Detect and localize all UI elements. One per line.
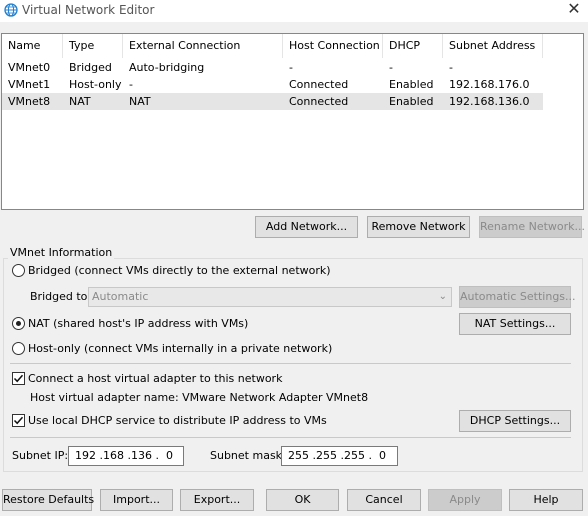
cell-dhcp: -	[389, 61, 393, 74]
cell-external-connection: Auto-bridging	[129, 61, 205, 74]
divider	[10, 437, 571, 438]
group-title: VMnet Information	[8, 246, 115, 259]
column-header-external-connection[interactable]: External Connection	[123, 34, 283, 58]
column-header-name[interactable]: Name	[2, 34, 63, 58]
dhcp-label: Use local DHCP service to distribute IP …	[28, 414, 327, 427]
subnet-ip-field[interactable]: 192 .168 .136 . 0	[68, 446, 184, 466]
cell-external-connection: NAT	[129, 95, 151, 108]
export-button[interactable]: Export...	[180, 489, 254, 511]
host-only-label: Host-only (connect VMs internally in a p…	[28, 342, 333, 355]
cancel-button[interactable]: Cancel	[347, 489, 421, 511]
nat-settings-button[interactable]: NAT Settings...	[459, 313, 571, 335]
host-only-radio[interactable]	[12, 342, 25, 355]
bridged-label: Bridged (connect VMs directly to the ext…	[28, 264, 331, 277]
title-bar: Virtual Network Editor ✕	[0, 0, 588, 22]
connect-adapter-checkbox[interactable]	[12, 372, 25, 385]
subnet-ip-label: Subnet IP:	[12, 449, 69, 462]
column-header-host-connection[interactable]: Host Connection	[283, 34, 383, 58]
table-row-selected[interactable]: VMnet8 NAT NAT Connected Enabled 192.168…	[2, 93, 543, 110]
remove-network-button[interactable]: Remove Network	[367, 216, 470, 238]
automatic-settings-button[interactable]: Automatic Settings...	[459, 286, 576, 308]
subnet-mask-field[interactable]: 255 .255 .255 . 0	[281, 446, 398, 466]
cell-name: VMnet0	[8, 61, 51, 74]
ok-button[interactable]: OK	[266, 489, 339, 511]
cell-subnet-address: -	[449, 61, 453, 74]
cell-dhcp: Enabled	[389, 95, 434, 108]
table-row[interactable]: VMnet1 Host-only - Connected Enabled 192…	[2, 76, 543, 93]
nat-radio[interactable]	[12, 317, 25, 330]
close-icon: ✕	[567, 0, 581, 18]
column-header-subnet-address[interactable]: Subnet Address	[443, 34, 543, 58]
cell-name: VMnet8	[8, 95, 51, 108]
bridged-to-label: Bridged to:	[30, 290, 92, 303]
column-header-type[interactable]: Type	[63, 34, 123, 58]
bridged-to-select[interactable]: Automatic ⌄	[88, 287, 452, 307]
table-row[interactable]: VMnet0 Bridged Auto-bridging - - -	[2, 59, 543, 76]
radio-selected-dot	[16, 321, 21, 326]
window-title: Virtual Network Editor	[22, 3, 155, 17]
apply-button[interactable]: Apply	[428, 489, 502, 511]
chevron-down-icon: ⌄	[438, 291, 447, 302]
globe-network-icon	[4, 3, 18, 17]
dhcp-settings-button[interactable]: DHCP Settings...	[459, 410, 571, 432]
cell-name: VMnet1	[8, 78, 51, 91]
help-button[interactable]: Help	[509, 489, 583, 511]
column-header-dhcp[interactable]: DHCP	[383, 34, 443, 58]
cell-host-connection: Connected	[289, 78, 349, 91]
cell-type: NAT	[69, 95, 91, 108]
add-network-button[interactable]: Add Network...	[255, 216, 358, 238]
cell-external-connection: -	[129, 78, 133, 91]
cell-host-connection: Connected	[289, 95, 349, 108]
checkmark-icon	[13, 416, 24, 425]
connect-adapter-label: Connect a host virtual adapter to this n…	[28, 372, 283, 385]
restore-defaults-button[interactable]: Restore Defaults	[2, 489, 94, 511]
divider	[10, 363, 571, 364]
network-list[interactable]: Name Type External Connection Host Conne…	[1, 33, 584, 210]
import-button[interactable]: Import...	[100, 489, 173, 511]
cell-type: Bridged	[69, 61, 112, 74]
dhcp-checkbox[interactable]	[12, 414, 25, 427]
subnet-mask-label: Subnet mask:	[210, 449, 286, 462]
close-button[interactable]: ✕	[560, 0, 588, 20]
cell-subnet-address: 192.168.176.0	[449, 78, 530, 91]
cell-subnet-address: 192.168.136.0	[449, 95, 530, 108]
bridged-radio[interactable]	[12, 264, 25, 277]
checkmark-icon	[13, 374, 24, 383]
adapter-name-label: Host virtual adapter name: VMware Networ…	[30, 391, 369, 404]
bridged-to-value: Automatic	[92, 290, 149, 303]
cell-type: Host-only	[69, 78, 122, 91]
rename-network-button[interactable]: Rename Network...	[479, 216, 585, 238]
cell-host-connection: -	[289, 61, 293, 74]
cell-dhcp: Enabled	[389, 78, 434, 91]
nat-label: NAT (shared host's IP address with VMs)	[28, 317, 249, 330]
